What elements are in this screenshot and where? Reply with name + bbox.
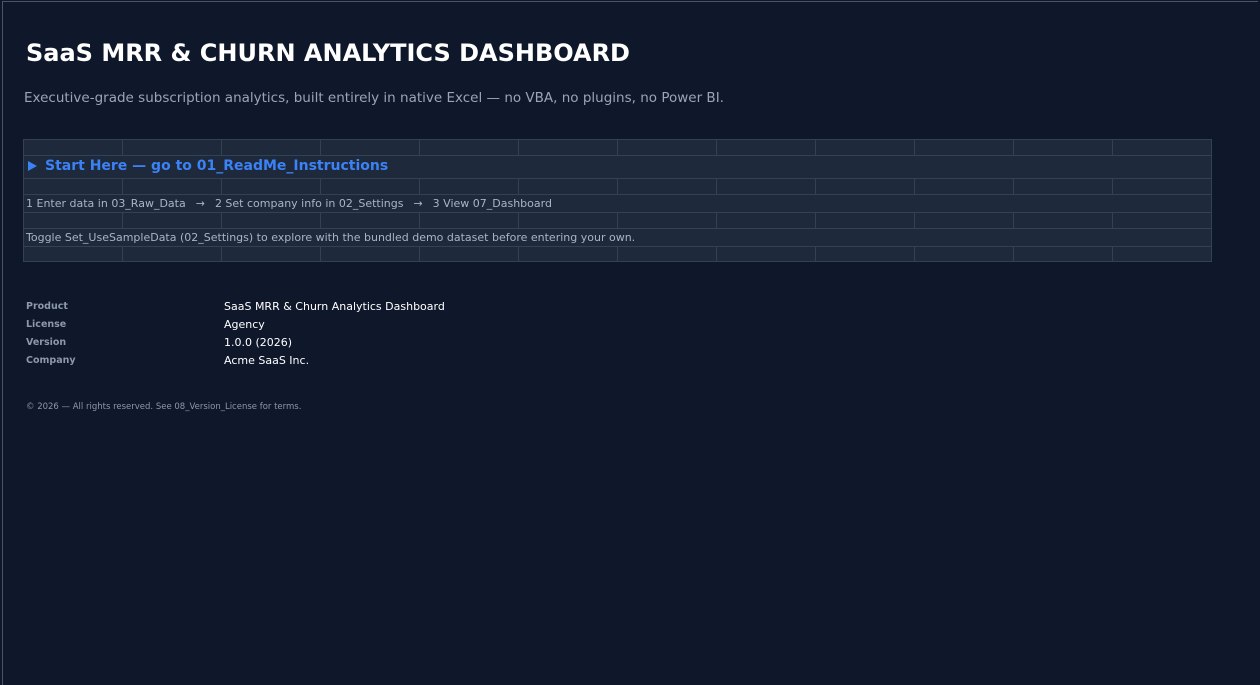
info-row-company: Company Acme SaaS Inc. [26,351,445,369]
step-2: 2 Set company info in 02_Settings [214,197,404,210]
info-row-license: License Agency [26,315,445,333]
info-row-product: Product SaaS MRR & Churn Analytics Dashb… [26,297,445,315]
spacer-row [24,247,1211,262]
start-here-panel: Start Here — go to 01_ReadMe_Instruction… [23,139,1212,262]
start-here-row: Start Here — go to 01_ReadMe_Instruction… [24,156,1211,179]
info-label: License [26,318,67,330]
info-row-version: Version 1.0.0 (2026) [26,333,445,351]
worksheet-canvas[interactable]: SaaS MRR & CHURN ANALYTICS DASHBOARD Exe… [2,1,1258,685]
spacer-row [24,179,1211,195]
arrow-icon: → [195,197,205,210]
page-subtitle: Executive-grade subscription analytics, … [24,90,724,106]
product-info-table: Product SaaS MRR & Churn Analytics Dashb… [26,297,445,369]
info-label: Version [26,336,67,348]
step-3: 3 View 07_Dashboard [432,197,552,210]
info-label: Product [26,300,68,312]
arrow-icon: → [413,197,423,210]
page-title: SaaS MRR & CHURN ANALYTICS DASHBOARD [26,39,630,67]
toggle-note-row: Toggle Set_UseSampleData (02_Settings) t… [24,229,1211,247]
steps-row: 1 Enter data in 03_Raw_Data → 2 Set comp… [24,195,1211,213]
spacer-row [24,213,1211,229]
info-value: SaaS MRR & Churn Analytics Dashboard [224,299,445,313]
start-here-link[interactable]: Start Here — go to 01_ReadMe_Instruction… [28,158,388,174]
info-value: 1.0.0 (2026) [224,335,293,349]
spacer-row [24,140,1211,156]
info-label: Company [26,354,76,366]
info-value: Agency [224,317,265,331]
toggle-note: Toggle Set_UseSampleData (02_Settings) t… [26,231,636,244]
play-icon [28,161,37,171]
steps-list: 1 Enter data in 03_Raw_Data → 2 Set comp… [26,197,552,210]
start-here-label: Start Here — go to 01_ReadMe_Instruction… [45,158,389,174]
info-value: Acme SaaS Inc. [224,353,310,367]
step-1: 1 Enter data in 03_Raw_Data [26,197,186,210]
copyright-footer: © 2026 — All rights reserved. See 08_Ver… [26,402,302,412]
